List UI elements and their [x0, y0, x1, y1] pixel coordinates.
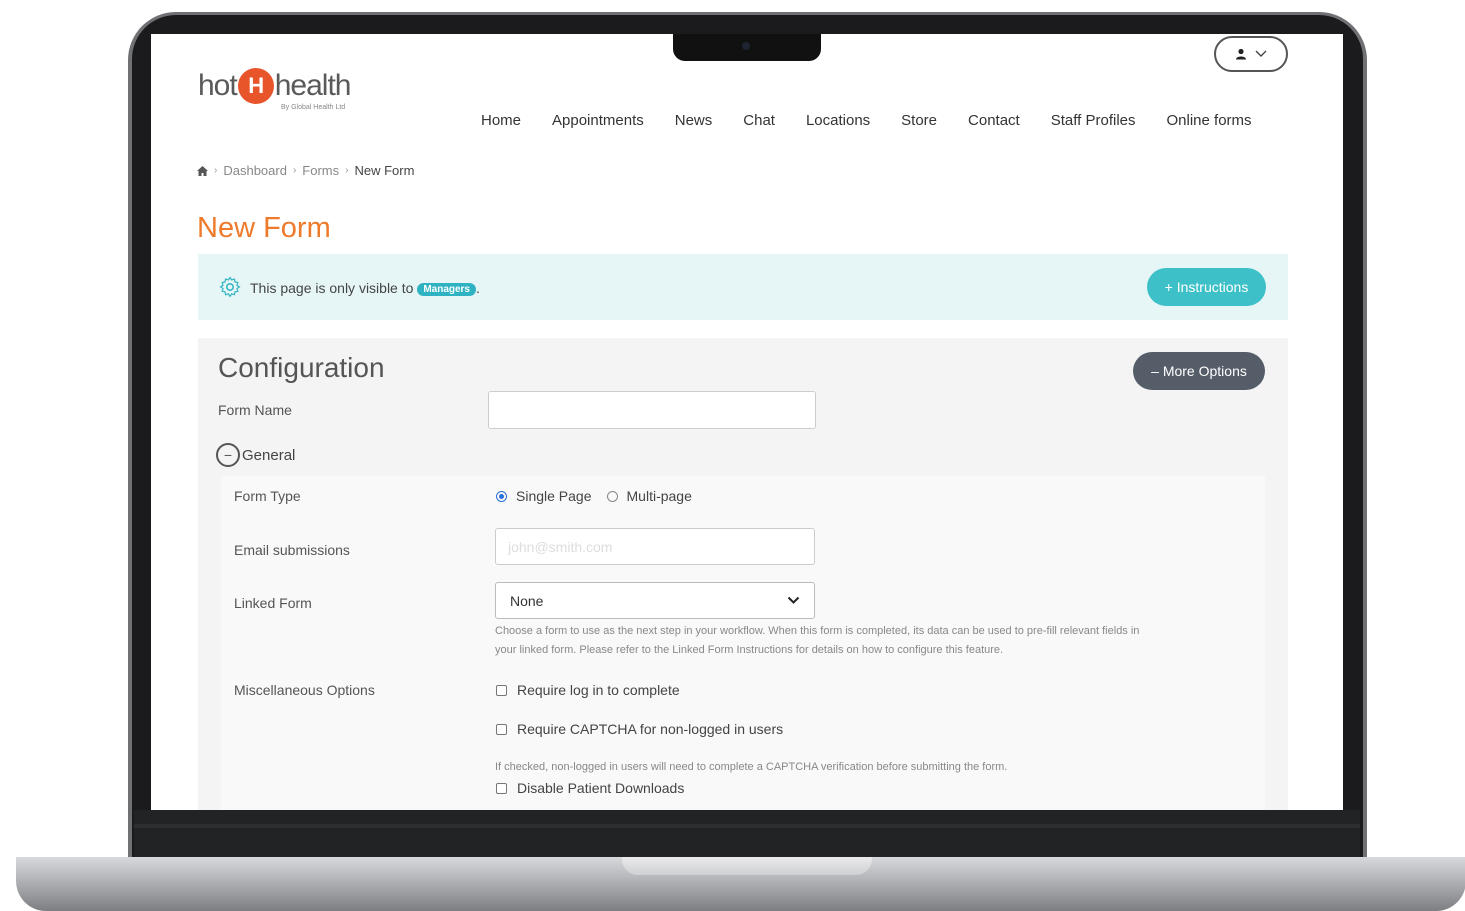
nav-home[interactable]: Home — [481, 112, 521, 129]
nav-locations[interactable]: Locations — [806, 112, 870, 129]
require-login-option[interactable]: Require log in to complete — [496, 682, 680, 698]
nav-chat[interactable]: Chat — [743, 112, 775, 129]
collapse-minus-icon: − — [216, 443, 240, 467]
require-login-label[interactable]: Require log in to complete — [517, 682, 680, 698]
logo-mark-icon: H — [237, 68, 274, 104]
laptop-base-groove — [622, 857, 872, 875]
gear-icon — [219, 276, 241, 298]
breadcrumb-current: New Form — [354, 163, 415, 178]
instructions-button[interactable]: + Instructions — [1147, 268, 1266, 306]
configuration-title: Configuration — [218, 352, 385, 383]
main-nav: Home Appointments News Chat Locations St… — [481, 112, 1283, 129]
camera-notch — [673, 34, 821, 61]
require-captcha-label[interactable]: Require CAPTCHA for non-logged in users — [517, 721, 783, 737]
require-login-checkbox[interactable] — [496, 684, 507, 696]
logo-text-left: hot — [198, 69, 238, 102]
breadcrumb: › Dashboard › Forms › New Form — [197, 163, 414, 178]
disable-downloads-option[interactable]: Disable Patient Downloads — [496, 780, 684, 796]
form-type-radio-group: Single Page Multi-page — [496, 488, 692, 504]
visibility-banner: This page is only visible to Managers. +… — [198, 254, 1288, 320]
logo-subtitle: By Global Health Ltd — [281, 104, 346, 111]
laptop-bezel-bottom — [134, 810, 1360, 858]
banner-suffix: . — [476, 280, 480, 296]
user-menu-button[interactable] — [1214, 36, 1288, 72]
banner-text: This page is only visible to Managers. — [250, 280, 480, 296]
radio-single-page-label[interactable]: Single Page — [516, 488, 592, 504]
logo-text-right: health — [274, 69, 352, 102]
more-options-button[interactable]: – More Options — [1133, 352, 1265, 390]
managers-badge: Managers — [417, 283, 476, 296]
general-section: Form Type Single Page Multi-page Email s… — [221, 476, 1265, 810]
form-name-label: Form Name — [218, 402, 292, 418]
radio-multi-page-label[interactable]: Multi-page — [627, 488, 692, 504]
banner-message: This page is only visible to — [250, 280, 414, 296]
breadcrumb-separator: › — [214, 165, 218, 176]
radio-multi-page[interactable] — [606, 490, 618, 502]
linked-form-help: Choose a form to use as the next step in… — [495, 622, 1255, 660]
chevron-down-icon — [1255, 50, 1267, 57]
linked-form-select[interactable]: None — [495, 582, 815, 619]
radio-single-page[interactable] — [496, 490, 507, 502]
chevron-down-icon — [787, 596, 800, 604]
nav-staff-profiles[interactable]: Staff Profiles — [1051, 112, 1136, 129]
linked-form-help-line-2: your linked form. Please refer to the Li… — [495, 644, 1004, 656]
form-name-input[interactable] — [488, 391, 816, 429]
logo[interactable]: hot H health — [198, 68, 352, 104]
breadcrumb-dashboard[interactable]: Dashboard — [223, 163, 287, 178]
nav-news[interactable]: News — [675, 112, 713, 129]
misc-options-label: Miscellaneous Options — [234, 682, 375, 698]
nav-online-forms[interactable]: Online forms — [1167, 112, 1252, 129]
disable-downloads-checkbox[interactable] — [496, 782, 507, 794]
form-type-label: Form Type — [234, 488, 301, 504]
breadcrumb-separator: › — [345, 165, 349, 176]
breadcrumb-forms[interactable]: Forms — [302, 163, 339, 178]
screen: hot H health By Global Health Ltd Home A… — [151, 34, 1343, 810]
linked-form-value: None — [510, 592, 544, 609]
require-captcha-option[interactable]: Require CAPTCHA for non-logged in users — [496, 721, 783, 737]
nav-contact[interactable]: Contact — [968, 112, 1020, 129]
nav-appointments[interactable]: Appointments — [552, 112, 644, 129]
breadcrumb-separator: › — [292, 165, 297, 176]
general-label: General — [242, 446, 296, 464]
linked-form-help-line-1: Choose a form to use as the next step in… — [495, 625, 1140, 637]
general-toggle[interactable]: − General — [216, 443, 295, 467]
linked-form-label: Linked Form — [234, 595, 312, 611]
page-title: New Form — [197, 212, 331, 244]
home-icon[interactable] — [197, 165, 208, 176]
nav-store[interactable]: Store — [901, 112, 937, 129]
email-submissions-input[interactable] — [495, 528, 815, 565]
configuration-panel: Configuration – More Options Form Name −… — [198, 338, 1288, 810]
disable-downloads-label[interactable]: Disable Patient Downloads — [517, 780, 684, 796]
logo-mark-letter: H — [248, 73, 264, 98]
captcha-help: If checked, non-logged in users will nee… — [495, 761, 1008, 773]
email-submissions-label: Email submissions — [234, 542, 350, 558]
require-captcha-checkbox[interactable] — [496, 723, 507, 735]
user-icon — [1236, 48, 1246, 60]
